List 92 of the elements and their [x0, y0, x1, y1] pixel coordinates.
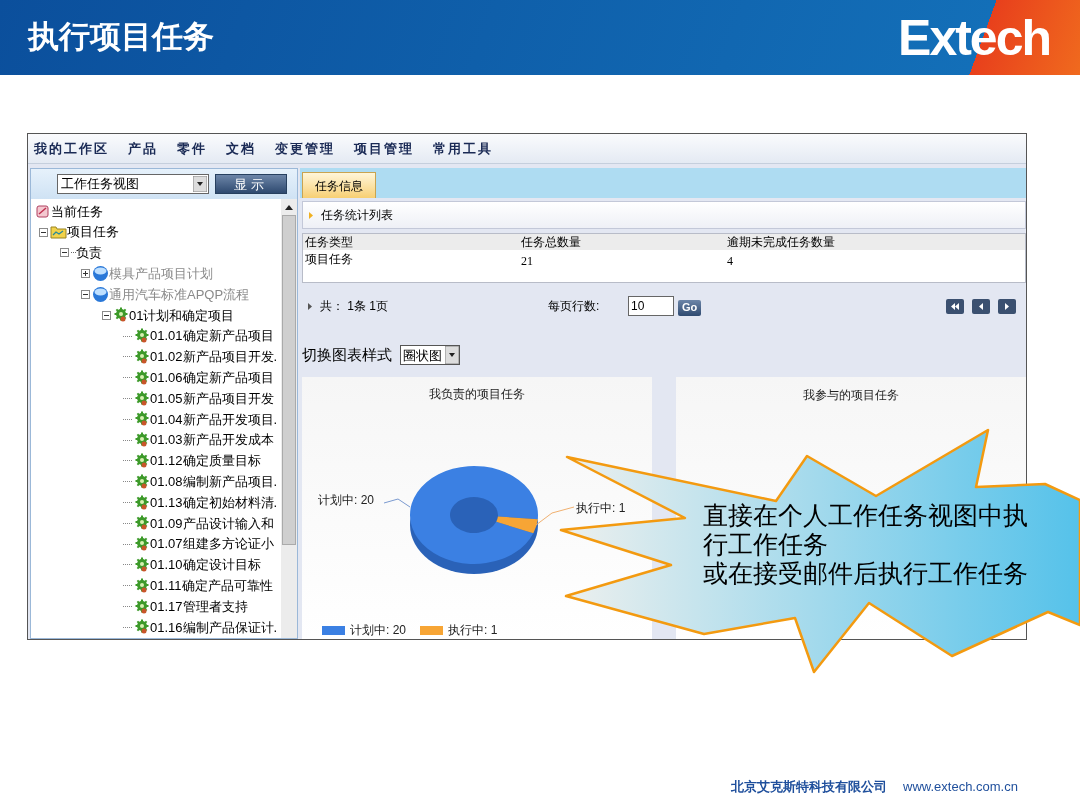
task-list-icon	[35, 203, 51, 220]
leader-line	[535, 506, 575, 526]
chart-style-select[interactable]: 圈状图	[400, 345, 460, 366]
chart-style-label: 切换图表样式	[302, 345, 392, 365]
slice-label: 执行中: 1	[576, 500, 626, 518]
tree-item[interactable]: 项目任务	[67, 222, 119, 242]
gear-person-icon	[134, 411, 150, 428]
tree-item[interactable]: 01.13确定初始材料清.	[150, 492, 278, 513]
tree-item[interactable]: 通用汽车标准APQP流程	[109, 284, 250, 305]
tree-item[interactable]: 01.17管理者支持	[150, 596, 248, 617]
show-button[interactable]: 显示	[215, 174, 287, 194]
caret-icon	[308, 302, 312, 310]
scroll-thumb[interactable]	[282, 215, 296, 545]
gear-person-icon	[134, 598, 150, 615]
dropdown-arrow-icon	[193, 176, 207, 192]
tree-item[interactable]: 负责	[76, 243, 102, 263]
gear-person-icon	[134, 452, 150, 469]
pager-summary: 共： 1条 1页	[320, 298, 389, 315]
tree-item[interactable]: 模具产品项目计划	[109, 264, 213, 284]
tree-item[interactable]: 01.07组建多方论证小	[150, 534, 274, 554]
tree-item[interactable]: 01.04新产品开发项目.	[150, 409, 278, 430]
menu-item[interactable]: 零件	[177, 138, 207, 159]
tree-item[interactable]: 当前任务	[51, 201, 103, 222]
chart-title: 我负责的项目任务	[429, 386, 525, 404]
rows-per-page-field[interactable]: 10	[628, 296, 674, 316]
previous-page-icon[interactable]	[972, 298, 990, 314]
legend-label: 计划中: 20	[350, 622, 406, 639]
table-cell-text: 21	[521, 253, 534, 270]
slice-label: 计划中: 20	[318, 492, 374, 510]
legend-label: 执行中: 1	[448, 622, 498, 639]
table-cell-text: 4	[727, 253, 734, 270]
view-select[interactable]: 工作任务视图	[57, 174, 209, 194]
next-page-icon[interactable]	[998, 298, 1016, 314]
section-title: 任务统计列表	[321, 207, 393, 224]
tree-item[interactable]: 01.16编制产品保证计.	[150, 617, 278, 638]
column-header: 任务总数量	[521, 236, 582, 248]
slide-title: 执行项目任务	[28, 18, 214, 57]
globe-icon	[92, 286, 109, 304]
tree-item[interactable]: 01计划和确定项目	[129, 305, 235, 326]
collapse-toggle[interactable]	[60, 248, 69, 258]
menu-item[interactable]: 常用工具	[433, 138, 493, 159]
leader-line	[383, 498, 411, 508]
gear-person-icon	[134, 556, 150, 573]
tree-item[interactable]: 01.09产品设计输入和	[150, 513, 274, 534]
gear-person-icon	[113, 307, 129, 324]
menu-item[interactable]: 文档	[226, 138, 256, 159]
column-header: 任务类型	[305, 236, 354, 248]
gear-person-icon	[134, 515, 150, 532]
tree-item[interactable]: 01.06确定新产品项目	[150, 368, 274, 388]
connector-line	[71, 252, 76, 254]
tree-item[interactable]: 01.02新产品项目开发.	[150, 347, 278, 367]
scrollbar[interactable]	[281, 199, 297, 638]
callout-text: 直接在个人工作任务视图中执行工作任务 或在接受邮件后执行工作任务	[703, 501, 1029, 588]
caret-icon	[309, 211, 313, 219]
dropdown-arrow-icon	[445, 346, 459, 365]
company-name: 北京艾克斯特科技有限公司	[731, 777, 887, 796]
scroll-up-icon[interactable]	[285, 204, 293, 210]
gear-person-icon	[134, 328, 150, 345]
gear-person-icon	[134, 494, 150, 511]
tree-item[interactable]: 01.05新产品项目开发	[150, 388, 274, 409]
menu-item[interactable]: 产品	[128, 138, 158, 159]
column-header: 逾期未完成任务数量	[727, 236, 836, 248]
folder-icon	[50, 225, 67, 240]
tree-item[interactable]: 01.01确定新产品项目	[150, 326, 274, 346]
menu-item[interactable]: 我的工作区	[34, 138, 109, 159]
tab[interactable]: 任务信息	[302, 172, 376, 198]
gear-person-icon	[134, 619, 150, 636]
gear-person-icon	[134, 536, 150, 553]
collapse-toggle[interactable]	[102, 310, 111, 320]
tree-item[interactable]: 01.10确定设计目标	[150, 555, 261, 575]
gear-person-icon	[134, 473, 150, 490]
first-page-icon[interactable]	[946, 298, 964, 314]
gear-person-icon	[134, 390, 150, 407]
tree-item[interactable]: 01.11确定产品可靠性	[150, 576, 273, 596]
go-button[interactable]: Go	[678, 299, 702, 316]
gear-person-icon	[134, 369, 150, 386]
table-cell-text: 项目任务	[305, 251, 354, 268]
gear-person-icon	[134, 577, 150, 594]
tree-item[interactable]: 01.03新产品开发成本	[150, 430, 274, 450]
globe-icon	[92, 265, 109, 283]
menu-item[interactable]: 项目管理	[354, 138, 414, 159]
gear-person-icon	[134, 348, 150, 365]
website-link[interactable]: www.extech.com.cn	[903, 776, 1018, 796]
expand-toggle[interactable]	[81, 269, 90, 279]
rows-per-page-label: 每页行数:	[548, 298, 601, 315]
chart-title: 我参与的项目任务	[803, 386, 899, 404]
tree-item[interactable]: 01.08编制新产品项目.	[150, 472, 278, 492]
menu-item[interactable]: 变更管理	[275, 138, 335, 159]
tree-item[interactable]: 01.12确定质量目标	[150, 451, 261, 471]
collapse-toggle[interactable]	[81, 290, 90, 300]
gear-person-icon	[134, 432, 150, 449]
collapse-toggle[interactable]	[39, 227, 48, 237]
